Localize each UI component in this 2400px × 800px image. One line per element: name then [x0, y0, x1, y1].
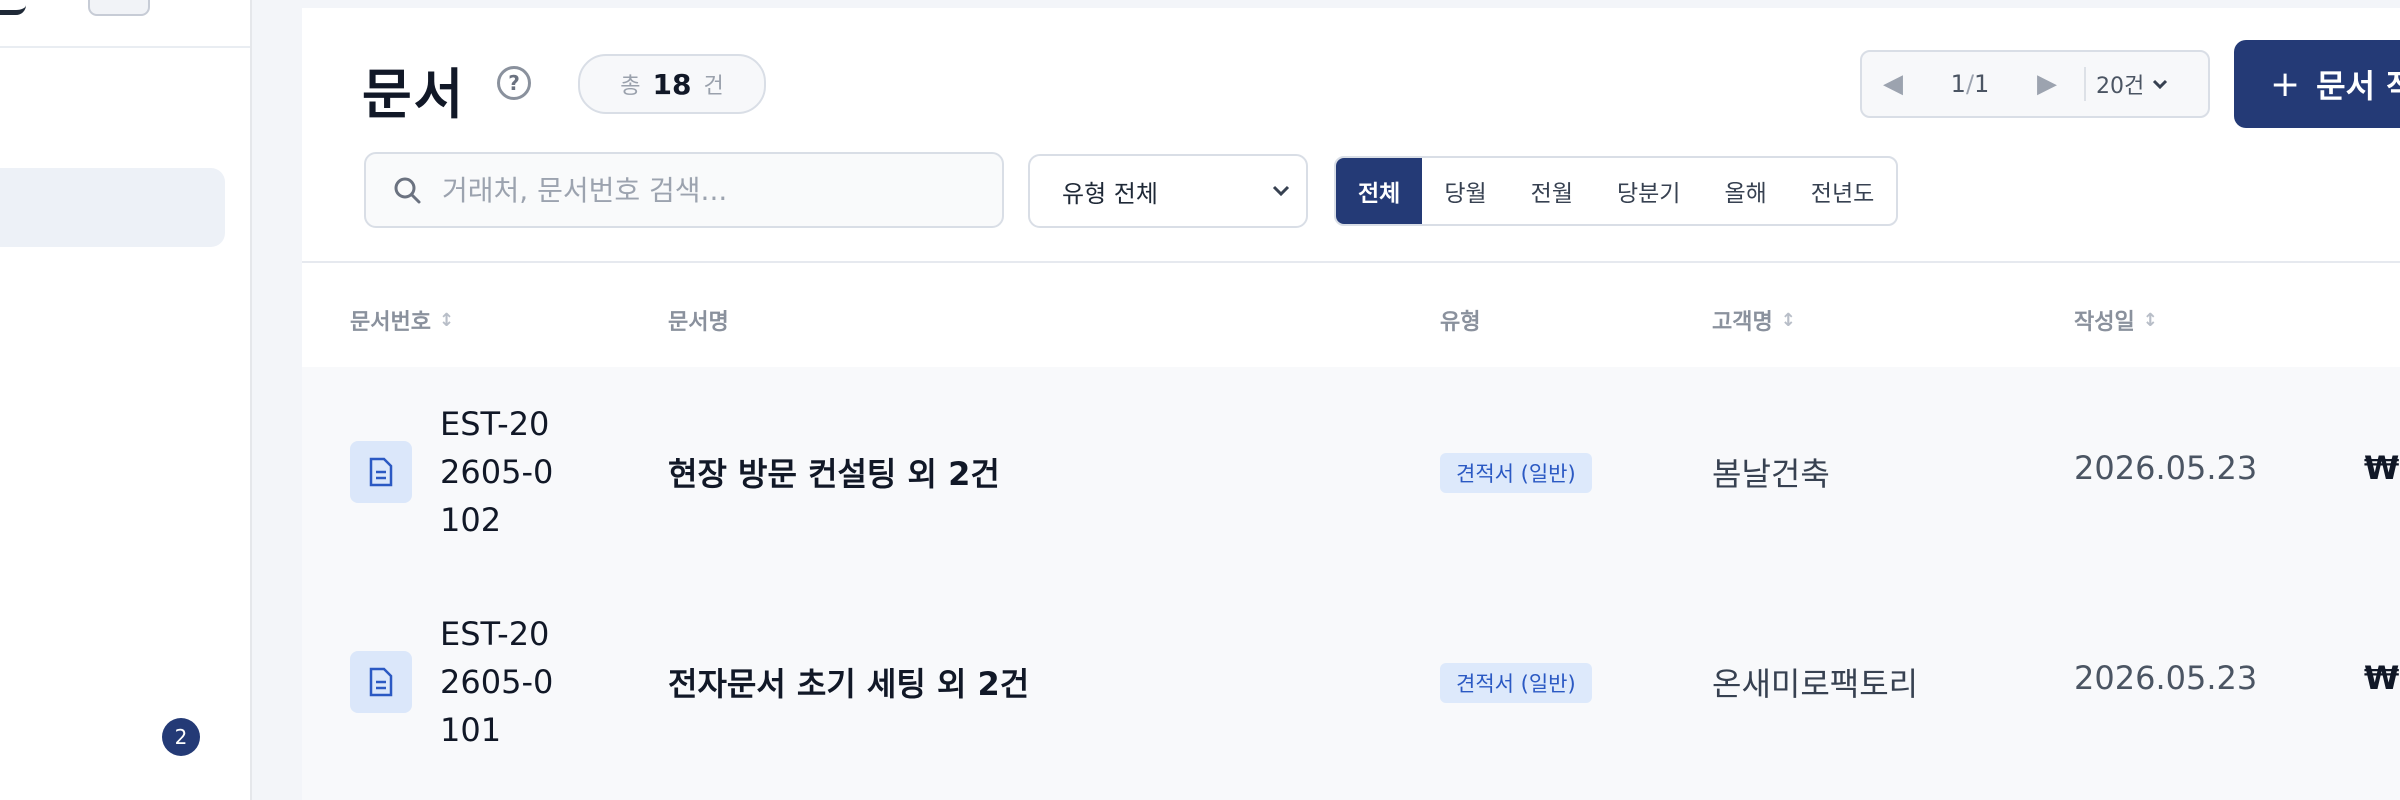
chevron-down-icon — [1272, 185, 1290, 197]
sidebar-divider — [0, 46, 250, 48]
table-row[interactable]: EST-202605-0101 전자문서 초기 세팅 외 2건 견적서 (일반)… — [302, 576, 2400, 800]
page-indicator: 1/1 — [1924, 70, 2016, 98]
sidebar-toggle-button[interactable] — [88, 0, 150, 16]
document-number[interactable]: EST-202605-0102 — [440, 400, 560, 544]
help-icon[interactable]: ? — [497, 66, 531, 100]
document-number[interactable]: EST-202605-0101 — [440, 610, 560, 754]
main-panel: 문서 ? 총 18 건 ◀ 1/1 ▶ 20건 + 문서 작성 유형 전체 전체… — [302, 8, 2400, 800]
period-filter-0[interactable]: 전체 — [1336, 158, 1423, 224]
logo — [0, 0, 26, 15]
sort-icon[interactable]: ↕ — [2143, 310, 2158, 331]
period-filter-5[interactable]: 전년도 — [1789, 158, 1896, 224]
column-label: 문서번호 — [350, 310, 431, 335]
type-filter-select[interactable]: 유형 전체 — [1028, 154, 1308, 228]
amount: ₩1 — [2364, 449, 2400, 487]
period-filter-group: 전체 당월 전월 당분기 올해 전년도 — [1334, 156, 1899, 226]
document-name[interactable]: 전자문서 초기 세팅 외 2건 — [668, 659, 1029, 705]
column-label: 작성일 — [2074, 310, 2135, 335]
created-date: 2026.05.23 — [2074, 449, 2258, 487]
period-filter-3[interactable]: 당분기 — [1595, 158, 1702, 224]
column-header-date[interactable]: 작성일 ↕ — [2074, 304, 2158, 336]
search-icon — [392, 175, 422, 205]
current-page: 1 — [1950, 70, 1966, 98]
column-header-customer[interactable]: 고객명 ↕ — [1712, 304, 1796, 336]
prev-page-icon[interactable]: ◀ — [1862, 69, 1924, 99]
period-filter-1[interactable]: 당월 — [1422, 158, 1508, 224]
total-label: 총 — [620, 74, 641, 99]
pagination: ◀ 1/1 ▶ 20건 — [1860, 50, 2210, 118]
type-badge: 견적서 (일반) — [1440, 663, 1592, 703]
page-title: 문서 — [362, 63, 466, 126]
sidebar: 2 — [0, 0, 252, 800]
create-button-label: 문서 작성 — [2316, 67, 2400, 105]
search-box[interactable] — [364, 152, 1004, 228]
page-separator: / — [1965, 70, 1975, 98]
pager-divider — [2084, 67, 2086, 101]
plus-icon: + — [2270, 63, 2301, 105]
column-label: 문서명 — [668, 310, 729, 335]
total-unit: 건 — [703, 74, 724, 99]
column-header-doc-no[interactable]: 문서번호 ↕ — [350, 304, 454, 336]
column-header-doc-name: 문서명 — [668, 304, 729, 336]
create-document-button[interactable]: + 문서 작성 — [2234, 40, 2400, 128]
column-header-type: 유형 — [1440, 304, 1480, 336]
document-icon — [350, 651, 412, 713]
created-date: 2026.05.23 — [2074, 659, 2258, 697]
type-badge: 견적서 (일반) — [1440, 453, 1592, 493]
type-filter-value: 유형 전체 — [1062, 179, 1158, 208]
header-divider — [302, 261, 2400, 263]
page-size-select[interactable]: 20건 — [2096, 68, 2168, 100]
total-pages: 1 — [1974, 70, 1990, 98]
sidebar-item-documents[interactable] — [0, 168, 225, 247]
table-row[interactable]: EST-202605-0102 현장 방문 컨설팅 외 2건 견적서 (일반) … — [302, 367, 2400, 578]
document-name[interactable]: 현장 방문 컨설팅 외 2건 — [668, 449, 1000, 495]
sort-icon[interactable]: ↕ — [439, 310, 454, 331]
chevron-down-icon — [2153, 79, 2168, 89]
period-filter-2[interactable]: 전월 — [1509, 158, 1595, 224]
search-input[interactable] — [440, 172, 964, 208]
amount: ₩2 — [2364, 659, 2400, 697]
period-filter-4[interactable]: 올해 — [1702, 158, 1788, 224]
customer-name: 봄날건축 — [1712, 455, 1830, 493]
page-size-value: 20건 — [2096, 74, 2145, 99]
customer-name: 온새미로팩토리 — [1712, 665, 1919, 703]
document-icon — [350, 441, 412, 503]
total-count: 18 — [652, 67, 692, 101]
notification-badge[interactable]: 2 — [162, 718, 200, 756]
next-page-icon[interactable]: ▶ — [2016, 69, 2078, 99]
total-count-badge: 총 18 건 — [578, 54, 766, 114]
column-label: 고객명 — [1712, 310, 1773, 335]
column-label: 유형 — [1440, 310, 1481, 335]
sort-icon[interactable]: ↕ — [1781, 310, 1796, 331]
